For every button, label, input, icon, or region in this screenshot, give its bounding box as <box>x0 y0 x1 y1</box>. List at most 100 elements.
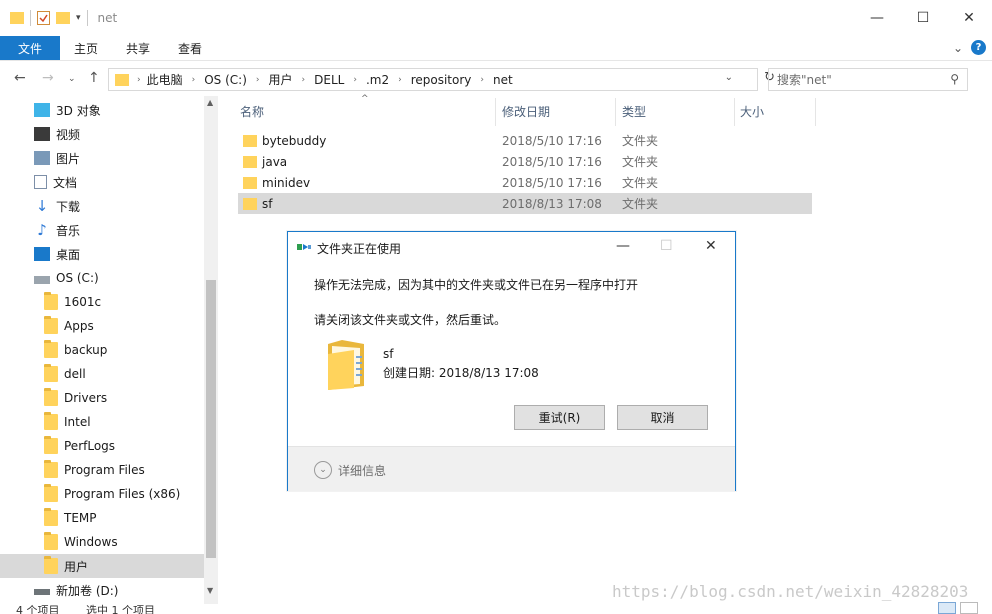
column-divider[interactable] <box>734 98 735 126</box>
file-row[interactable]: bytebuddy 2018/5/10 17:16 文件夹 <box>238 130 812 151</box>
customize-toolbar-icon[interactable]: ▾ <box>76 13 81 23</box>
sidebar-item-downloads[interactable]: ↓ 下载 <box>0 194 204 218</box>
column-header-type[interactable]: 类型 <box>622 100 646 122</box>
scroll-up-icon[interactable]: ▲ <box>207 98 213 107</box>
chevron-right-icon: › <box>137 74 141 85</box>
file-row[interactable]: java 2018/5/10 17:16 文件夹 <box>238 151 812 172</box>
sidebar-item-temp[interactable]: TEMP <box>0 506 204 530</box>
sidebar-item-music[interactable]: ♪ 音乐 <box>0 218 204 242</box>
sidebar-scrollbar[interactable]: ▲ ▼ <box>204 96 218 604</box>
column-header-name[interactable]: 名称 <box>240 100 264 122</box>
scroll-down-icon[interactable]: ▼ <box>207 586 213 595</box>
sidebar-item-program-files-x86[interactable]: Program Files (x86) <box>0 482 204 506</box>
dialog-close-button[interactable]: ✕ <box>705 238 717 254</box>
sidebar-item-backup[interactable]: backup <box>0 338 204 362</box>
close-button[interactable]: ✕ <box>946 0 992 36</box>
sidebar-item-desktop[interactable]: 桌面 <box>0 242 204 266</box>
folder-icon <box>44 556 58 574</box>
folder-icon <box>10 12 24 24</box>
breadcrumb-net[interactable]: net <box>493 73 513 87</box>
folder-icon <box>44 292 58 310</box>
sidebar-item-drivers[interactable]: Drivers <box>0 386 204 410</box>
expand-ribbon-icon[interactable]: ⌄ <box>953 41 963 55</box>
sidebar-item-label: PerfLogs <box>64 439 116 453</box>
column-divider[interactable] <box>815 98 816 126</box>
large-icons-view-button[interactable] <box>960 602 978 614</box>
sidebar-item-label: 音乐 <box>56 223 81 238</box>
minimize-button[interactable]: — <box>854 0 900 36</box>
sidebar-item-videos[interactable]: 视频 <box>0 122 204 146</box>
breadcrumb-dell[interactable]: DELL › <box>314 73 366 87</box>
breadcrumb-users[interactable]: 用户 › <box>269 71 315 88</box>
file-row[interactable]: minidev 2018/5/10 17:16 文件夹 <box>238 172 812 193</box>
tab-file[interactable]: 文件 <box>0 36 60 60</box>
sidebar-item-label: 文档 <box>53 175 78 190</box>
properties-icon[interactable] <box>37 11 50 25</box>
sidebar-item-dell[interactable]: dell <box>0 362 204 386</box>
folder-icon <box>328 340 364 390</box>
folder-icon <box>44 508 58 526</box>
new-folder-icon[interactable] <box>56 12 70 24</box>
address-dropdown-icon[interactable]: ⌄ <box>725 72 733 83</box>
sidebar-item-os-c[interactable]: OS (C:) <box>0 266 204 290</box>
breadcrumb-os-c[interactable]: OS (C:) › <box>204 73 268 87</box>
breadcrumb-this-pc[interactable]: 此电脑 › <box>147 71 205 88</box>
sidebar-item-perflogs[interactable]: PerfLogs <box>0 434 204 458</box>
breadcrumb-repository[interactable]: repository › <box>411 73 493 87</box>
cancel-button[interactable]: 取消 <box>617 405 708 430</box>
3d-objects-icon <box>34 103 50 117</box>
column-divider[interactable] <box>495 98 496 126</box>
chevron-right-icon: › <box>191 74 196 85</box>
search-input[interactable]: 搜索"net" ⚲ <box>768 68 968 91</box>
quick-access-toolbar: ▾ <box>0 10 88 26</box>
sidebar-item-program-files[interactable]: Program Files <box>0 458 204 482</box>
column-header-size[interactable]: 大小 <box>740 100 764 122</box>
toolbar-divider <box>86 10 88 26</box>
sidebar-item-label: Program Files (x86) <box>64 487 181 501</box>
help-icon[interactable]: ? <box>971 40 986 55</box>
sidebar-item-documents[interactable]: 文档 <box>0 170 204 194</box>
tab-home[interactable]: 主页 <box>60 36 112 60</box>
sidebar-item-users[interactable]: 用户 <box>0 554 204 578</box>
column-divider[interactable] <box>615 98 616 126</box>
sidebar-item-3d-objects[interactable]: 3D 对象 <box>0 98 204 122</box>
file-row-selected[interactable]: sf 2018/8/13 17:08 文件夹 <box>238 193 812 214</box>
retry-button[interactable]: 重试(R) <box>514 405 605 430</box>
sidebar-item-label: Program Files <box>64 463 145 477</box>
pictures-icon <box>34 151 50 165</box>
sidebar-item-1601c[interactable]: 1601c <box>0 290 204 314</box>
more-details-toggle[interactable]: ⌄ 详细信息 <box>314 461 386 479</box>
file-type: 文件夹 <box>622 155 659 169</box>
desktop-icon <box>34 247 50 261</box>
chevron-right-icon: › <box>255 74 260 85</box>
up-icon[interactable]: ↑ <box>88 70 100 86</box>
file-in-use-dialog: 文件夹正在使用 — ☐ ✕ 操作无法完成，因为其中的文件夹或文件已在另一程序中打… <box>287 231 736 491</box>
file-modified: 2018/5/10 17:16 <box>502 133 602 148</box>
file-name: bytebuddy <box>262 133 327 148</box>
window-title: net <box>97 11 118 25</box>
details-view-button[interactable] <box>938 602 956 614</box>
sidebar-item-label: Intel <box>64 415 91 429</box>
drive-icon <box>34 589 50 595</box>
address-bar[interactable]: › 此电脑 › OS (C:) › 用户 › DELL › .m2 › repositor… <box>108 68 775 91</box>
sidebar-item-intel[interactable]: Intel <box>0 410 204 434</box>
sidebar-item-label: backup <box>64 343 108 357</box>
maximize-button[interactable]: ☐ <box>900 0 946 36</box>
forward-icon[interactable]: → <box>42 70 54 86</box>
column-header-modified[interactable]: 修改日期 <box>502 100 550 122</box>
tab-view[interactable]: 查看 <box>164 36 216 60</box>
tab-share[interactable]: 共享 <box>112 36 164 60</box>
sidebar-item-windows[interactable]: Windows <box>0 530 204 554</box>
back-icon[interactable]: ← <box>14 70 26 86</box>
scrollbar-thumb[interactable] <box>206 280 216 558</box>
folder-icon <box>44 364 58 382</box>
sidebar-item-apps[interactable]: Apps <box>0 314 204 338</box>
search-icon: ⚲ <box>950 72 959 86</box>
sidebar-item-new-volume-d[interactable]: 新加卷 (D:) <box>0 578 204 602</box>
recent-locations-icon[interactable]: ⌄ <box>68 74 76 84</box>
dialog-minimize-button[interactable]: — <box>616 238 630 254</box>
sidebar-item-pictures[interactable]: 图片 <box>0 146 204 170</box>
breadcrumb-m2[interactable]: .m2 › <box>366 73 411 87</box>
sidebar-item-label: Windows <box>64 535 118 549</box>
folder-icon <box>44 316 58 334</box>
